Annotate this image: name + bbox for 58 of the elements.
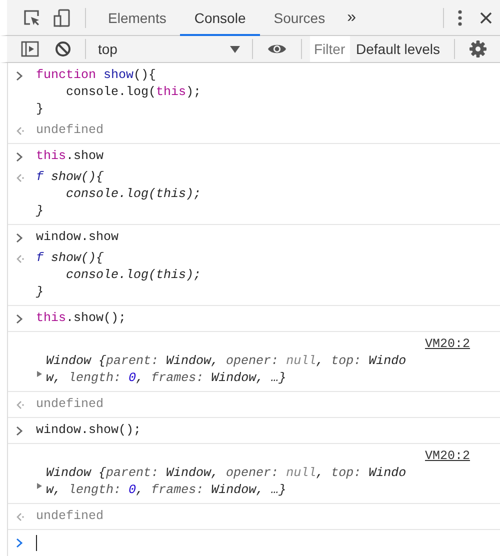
close-button[interactable] [480, 12, 492, 24]
expand-triangle-icon [36, 482, 44, 490]
code-line: console.log(this); [65, 84, 202, 101]
code-line: undefined [36, 508, 104, 525]
code-line: this.show(); [36, 310, 126, 327]
close-icon [480, 12, 492, 24]
result-arrow-icon [16, 126, 25, 136]
no-entry-icon [55, 41, 71, 57]
code-line: f show(){ [36, 169, 105, 186]
code-line: } [36, 203, 45, 220]
settings-button[interactable] [469, 40, 488, 58]
result-arrow-icon [16, 172, 25, 182]
live-expression-button[interactable] [267, 42, 287, 56]
code-line: this.show [36, 148, 104, 165]
result-arrow-icon [16, 254, 25, 264]
code-line: console.log(this); [65, 267, 202, 284]
chevron-right-icon [16, 314, 23, 324]
cursor-in-box-icon [23, 8, 41, 26]
chevron-right-icon [16, 538, 23, 548]
panel-tab[interactable]: Sources [260, 0, 340, 36]
code-line: window.show [36, 229, 119, 246]
more-tabs-button[interactable]: » [339, 8, 364, 26]
sidebar-toggle-button[interactable] [21, 41, 39, 57]
chevron-right-icon [16, 426, 23, 436]
chevron-right-icon [16, 70, 23, 80]
code-line: } [36, 284, 45, 301]
expand-triangle-icon [36, 370, 44, 378]
source-link[interactable]: VM20:2 [424, 448, 470, 465]
code-line: window.show(); [36, 422, 142, 439]
code-line: Window {parent: Window, opener: null, top: Windo [46, 465, 406, 482]
context-select[interactable]: top [94, 41, 244, 57]
chevron-right-icon [16, 152, 23, 162]
log-levels-dropdown[interactable]: Default levels [350, 41, 446, 57]
dropdown-caret-icon [230, 45, 240, 53]
code-line: w, length: 0, frames: Window, …} [46, 482, 288, 499]
code-line: console.log(this); [65, 186, 202, 203]
vertical-dots-icon [458, 10, 462, 26]
code-line: } [36, 101, 45, 118]
result-arrow-icon [16, 512, 25, 522]
eye-icon [267, 42, 287, 56]
sidebar-icon [21, 41, 39, 57]
more-options-button[interactable] [458, 10, 462, 26]
panel-tab[interactable]: Elements [94, 0, 180, 36]
source-link[interactable]: VM20:2 [424, 336, 470, 353]
code-line: f show(){ [36, 250, 105, 267]
chevron-right-icon [16, 232, 23, 242]
code-line: function show(){ [36, 67, 158, 84]
result-arrow-icon [16, 400, 25, 410]
filter-field[interactable]: Filter [310, 36, 350, 62]
devices-icon [53, 8, 71, 26]
code-line: w, length: 0, frames: Window, …} [46, 370, 288, 387]
clear-console-button[interactable] [55, 41, 71, 57]
inspect-element-button[interactable] [23, 8, 41, 26]
code-line: undefined [36, 122, 104, 139]
device-toolbar-button[interactable] [53, 8, 71, 26]
settings-icon [469, 40, 488, 58]
code-line: undefined [36, 396, 104, 413]
code-line: Window {parent: Window, opener: null, top: Windo [46, 353, 406, 370]
